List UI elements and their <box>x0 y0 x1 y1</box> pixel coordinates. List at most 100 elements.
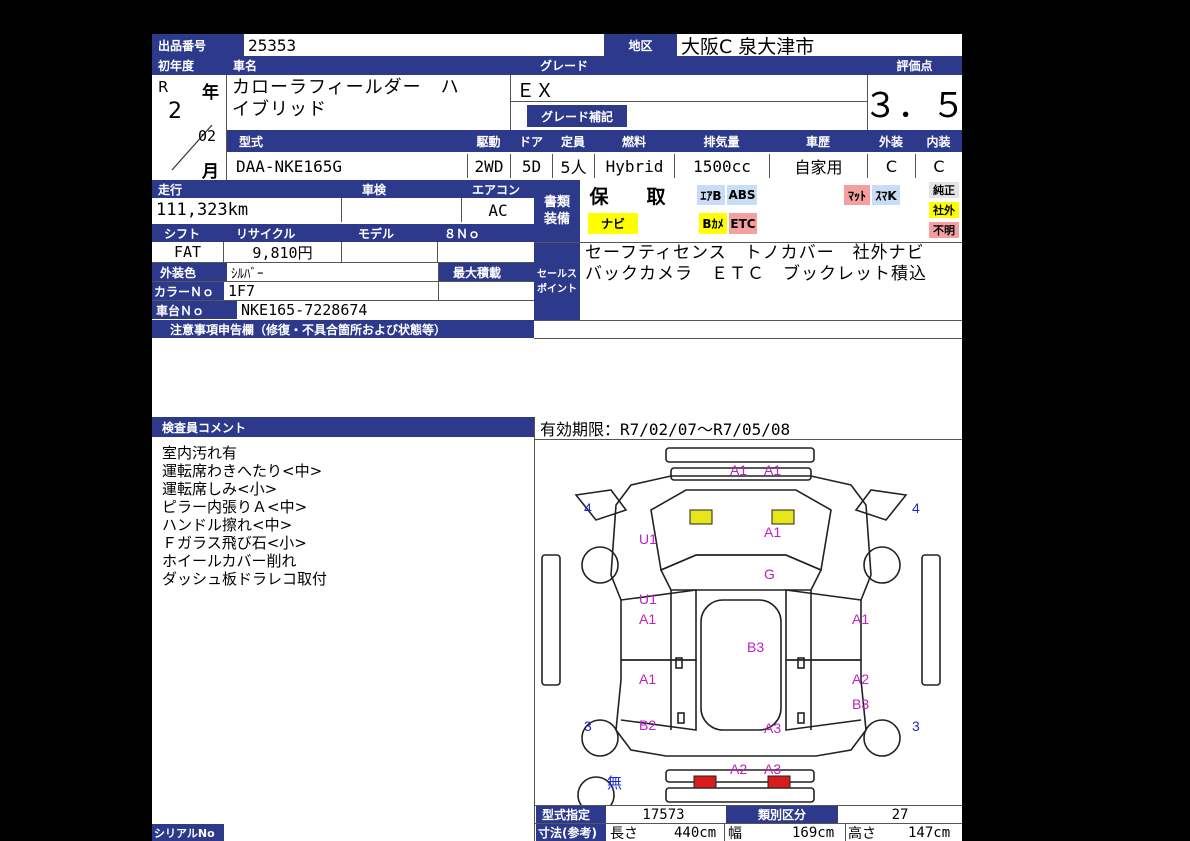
area-label: 地区 <box>604 34 677 56</box>
spec-capacity-label: 定員 <box>552 130 594 152</box>
width-value: 169cm <box>792 824 835 841</box>
car-name-line1: カローラフィールダー ハ <box>232 77 460 98</box>
spec-displacement-value: 1500cc <box>674 154 769 178</box>
auction-sheet: 出品番号 25353 地区 大阪C 泉大津市 初年度 車名 グレード 評価点 R… <box>152 34 962 841</box>
spec-door-label: ドア <box>510 130 552 152</box>
bonnet <box>650 489 832 572</box>
eight-no-label: ８Ｎｏ <box>438 224 534 242</box>
shagai-tag: 社外 <box>929 202 959 218</box>
documents-label: 書類 装備 <box>534 180 580 242</box>
headlight-right <box>771 509 795 525</box>
grade-supplement-label: グレード補記 <box>527 105 627 127</box>
etc-tag: ETC <box>729 213 757 234</box>
document-tori-badge: 取 <box>646 185 666 208</box>
headlight-left <box>689 509 713 525</box>
max-load-label: 最大積載 <box>439 263 534 281</box>
color-no-value: 1F7 <box>224 282 439 300</box>
inspector-comment: ピラー内張りＡ<中> <box>162 498 308 516</box>
aircon-label: エアコン <box>462 180 534 198</box>
shift-label: シフト <box>152 224 224 242</box>
mark-roof: B3 <box>747 639 765 655</box>
mark-right-rear-door: A2 <box>852 671 870 687</box>
class-division-label: 類別区分 <box>726 806 838 823</box>
validity-period: 有効期限：R7/02/07〜R7/05/08 <box>540 420 791 439</box>
document-ho-badge: 保 <box>589 185 609 208</box>
max-load-value <box>439 282 534 300</box>
airbag-tag: ｴｱB <box>697 185 725 205</box>
abs-tag: ABS <box>727 185 757 205</box>
month-number: 02 <box>198 127 217 145</box>
shift-value: FAT <box>152 242 224 262</box>
inspector-comment-list: 室内汚れ有 運転席わきへたり<中> 運転席しみ<小> ピラー内張りＡ<中> ハン… <box>162 444 522 588</box>
sales-point-text: セーフティセンス トノカバー 社外ナビ バックカメラ ＥＴＣ ブックレット積込 <box>585 243 943 284</box>
eight-no-value <box>438 242 534 262</box>
inspector-comment: ダッシュ板ドラレコ取付 <box>162 570 328 588</box>
spec-drive-label: 駆動 <box>467 130 510 152</box>
nen: 年 <box>202 83 219 103</box>
class-division-value: 27 <box>891 806 909 823</box>
fumei-tag: 不明 <box>929 222 959 238</box>
exterior-color-value: ｼﾙﾊﾞｰ <box>227 263 439 281</box>
height-value: 147cm <box>908 824 951 841</box>
type-designation-label: 型式指定 <box>536 806 606 823</box>
roof <box>700 599 782 731</box>
spec-interior-label: 内装 <box>915 130 962 152</box>
mark-windshield: G <box>764 566 775 582</box>
car-name-line2: イブリッド <box>232 99 327 120</box>
junsei-tag: 純正 <box>929 182 959 198</box>
recycle-value: 9,810円 <box>224 242 342 262</box>
shaken-label: 車検 <box>342 180 462 198</box>
back-camera-tag: Bｶﾒ <box>699 213 727 234</box>
windshield <box>659 554 823 591</box>
lot-number-value: 25353 <box>248 35 297 55</box>
mark-left-front-door-a: A1 <box>639 611 657 627</box>
left-front-door <box>620 589 697 661</box>
serial-no-label: シリアルNo <box>152 824 224 841</box>
mileage-value: 111,323km <box>152 198 342 222</box>
mark-left-front-door-u: U1 <box>639 591 657 607</box>
wheel-number-rear-left: 3 <box>584 718 592 734</box>
wheel-front-right <box>863 546 901 584</box>
right-side-panel <box>921 554 941 686</box>
mark-left-quarter: B2 <box>639 717 657 733</box>
model-label: 型式 <box>227 130 467 152</box>
era: R <box>158 78 169 96</box>
mat-tag: ﾏｯﾄ <box>844 185 870 205</box>
spec-door-value: 5D <box>510 154 552 178</box>
spec-capacity-value: 5人 <box>552 154 594 178</box>
tsuki: 月 <box>202 162 219 182</box>
inspector-comment: 室内汚れ有 <box>162 444 238 462</box>
car-name: カローラフィールダー ハ イブリッド <box>232 77 510 121</box>
score-label: 評価点 <box>867 56 962 75</box>
height-label: 高さ <box>848 825 876 841</box>
area-value: 大阪C 泉大津市 <box>681 35 815 57</box>
inspector-comment: 運転席しみ<小> <box>162 480 278 498</box>
mileage-label: 走行 <box>152 180 342 198</box>
front-bumper-outline <box>665 447 815 463</box>
mark-right-quarter: B3 <box>852 696 870 712</box>
exterior-color-label: 外装色 <box>152 263 227 281</box>
mark-right-front-door: A1 <box>852 611 870 627</box>
spec-history-label: 車歴 <box>769 130 867 152</box>
first-reg-cell: R 年 2 02 月 <box>152 75 227 182</box>
spare-tire-status: 無 <box>607 775 623 792</box>
inspector-comment: 運転席わきへたり<中> <box>162 462 323 480</box>
first-reg-label: 初年度 <box>152 56 227 75</box>
mark-left-rear-door: A1 <box>639 671 657 687</box>
width-label: 幅 <box>728 825 742 841</box>
mark-front-bumper-a: A1 <box>730 462 748 478</box>
chassis-no-label: 車台Ｎｏ <box>152 301 237 319</box>
wheel-number-front-left: 4 <box>584 500 592 516</box>
type-designation-value: 17573 <box>642 806 685 823</box>
mark-bonnet: A1 <box>764 524 782 540</box>
notes-value <box>152 338 962 416</box>
spec-history-value: 自家用 <box>769 154 867 178</box>
inspector-comment: ハンドル擦れ<中> <box>162 516 293 534</box>
taillight-left <box>693 775 717 789</box>
inspector-comment-label: 検査員コメント <box>152 417 534 437</box>
inspector-comment: ホイールカバー削れ <box>162 552 297 570</box>
documents-label-line1: 書類 <box>543 195 570 210</box>
grade-supplement-value <box>630 105 867 127</box>
grade-value: ＥＸ <box>516 79 555 102</box>
length-value: 440cm <box>674 824 717 841</box>
